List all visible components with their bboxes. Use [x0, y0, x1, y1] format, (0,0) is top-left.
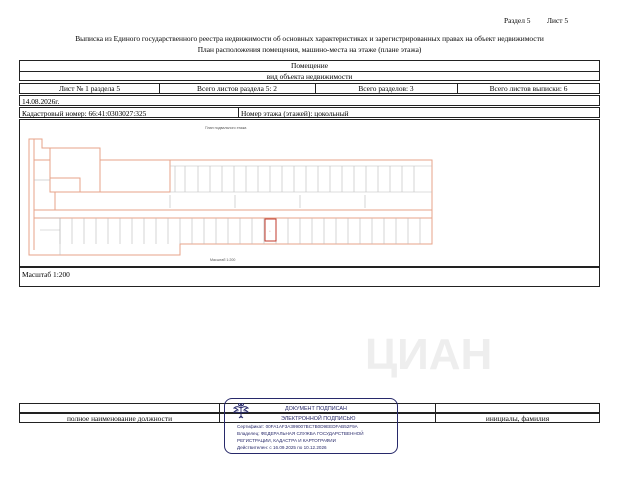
object-name: Помещение [290, 61, 328, 70]
stamp-owner-line2: РЕГИСТРАЦИИ, КАДАСТРА И КАРТОГРАФИИ [237, 438, 336, 443]
section-sheet-count: Всего листов раздела 5: 2 [197, 84, 277, 93]
sheet-label: Лист 5 [547, 16, 569, 25]
svg-text:•: • [270, 230, 271, 233]
stamp-subtitle: ЭЛЕКТРОННОЙ ПОДПИСЬЮ [281, 416, 356, 422]
object-caption: вид объекта недвижимости [266, 71, 353, 81]
electronic-signature-stamp: ДОКУМЕНТ ПОДПИСАН ЭЛЕКТРОННОЙ ПОДПИСЬЮ С… [224, 398, 398, 454]
scale-label: Масштаб 1:200 [22, 270, 70, 279]
plan-top-caption: План подвального этажа [205, 126, 247, 130]
floor-plan-area: • План подвального этажа Масштаб 1:200 [19, 119, 600, 267]
extract-date: 14.08.2026г. [22, 97, 60, 106]
document-title: Выписка из Единого государственного реес… [75, 34, 544, 43]
section-label: Раздел 5 [504, 16, 531, 25]
stamp-certificate: Сертификат: 00FA1AF3A399007BC7B0D9EEDFAB… [237, 424, 358, 429]
eagle-emblem-icon [233, 403, 249, 419]
section-count: Всего разделов: 3 [358, 84, 414, 93]
floor-number: Номер этажа (этажей): цокольный [241, 109, 349, 118]
scale-row: Масштаб 1:200 [19, 267, 600, 287]
cadastral-number: Кадастровый номер: 66:41:0303027:325 [22, 109, 147, 118]
position-label: полное наименование должности [66, 413, 173, 423]
stamp-title: ДОКУМЕНТ ПОДПИСАН [285, 406, 347, 412]
stamp-validity: Действителен: с 16.09.2025 по 10.12.2026 [237, 445, 327, 450]
sheets-row: Лист № 1 раздела 5 Всего листов раздела … [19, 83, 600, 94]
watermark-logo: ЦИАН [365, 330, 493, 379]
stamp-owner-line1: Владелец: ФЕДЕРАЛЬНАЯ СЛУЖБА ГОСУДАРСТВЕ… [237, 431, 364, 436]
plan-bottom-caption: Масштаб 1:200 [210, 258, 236, 262]
floor-plan-drawing: • [28, 138, 433, 256]
sheet-number: Лист № 1 раздела 5 [58, 84, 121, 93]
plan-title: План расположения помещения, машино-мест… [197, 45, 422, 54]
date-row: 14.08.2026г. [19, 95, 600, 106]
object-type-box: Помещение вид объекта недвижимости [19, 60, 600, 81]
cadastral-row: Кадастровый номер: 66:41:0303027:325 Ном… [19, 107, 600, 118]
extract-sheet-count: Всего листов выписки: 6 [489, 84, 568, 93]
name-label: инициалы, фамилия [485, 413, 550, 423]
highlighted-unit [264, 218, 277, 242]
